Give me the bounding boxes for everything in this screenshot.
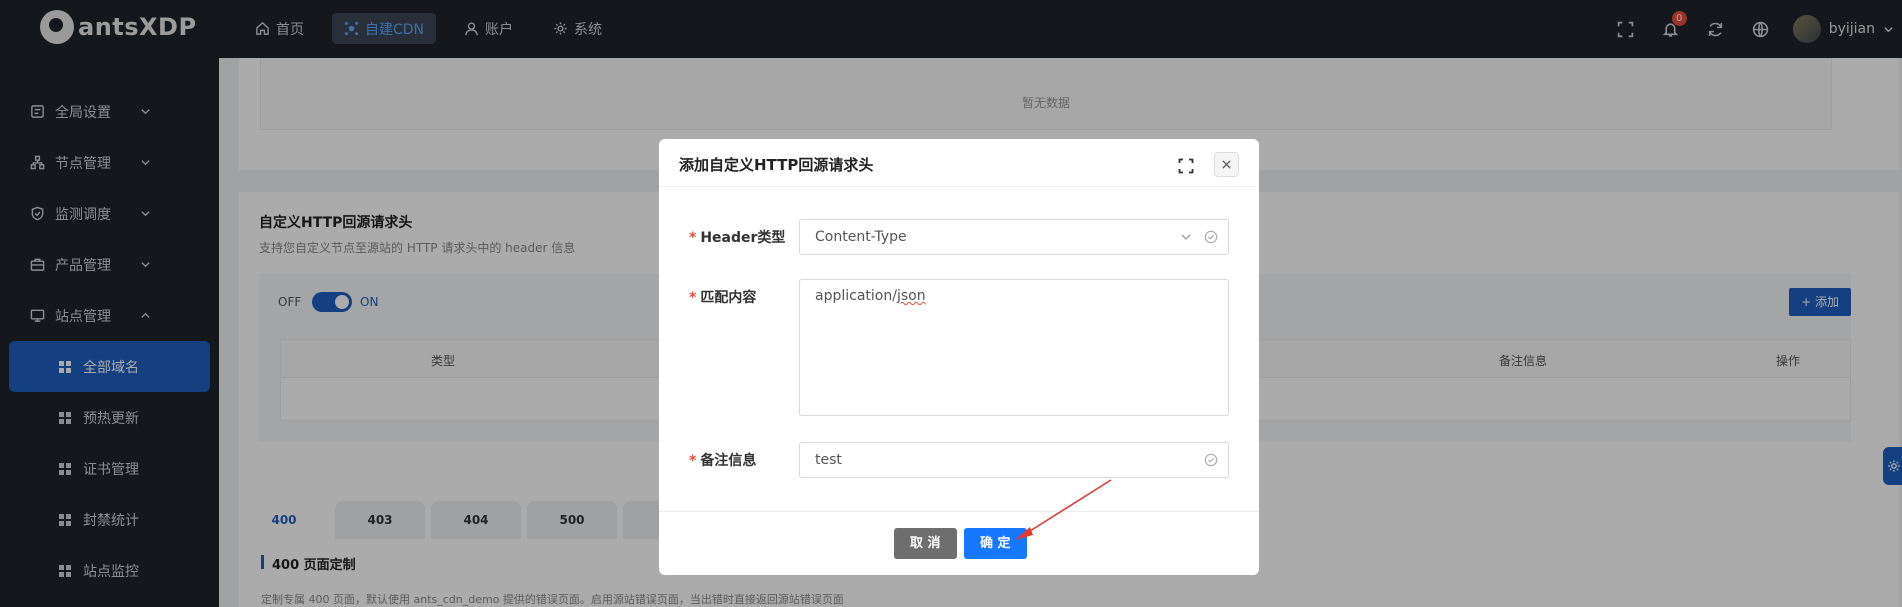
dialog-close-button[interactable] <box>1214 152 1239 177</box>
field-label-text: 匹配内容 <box>700 290 757 306</box>
required-mark: * <box>689 290 697 306</box>
remark-label: * 备注信息 <box>689 450 756 470</box>
dialog-title: 添加自定义HTTP回源请求头 <box>679 156 874 174</box>
remark-input[interactable]: test <box>799 442 1229 478</box>
required-mark: * <box>689 453 697 469</box>
header-type-value: Content-Type <box>815 229 907 245</box>
check-circle-icon <box>1204 230 1218 244</box>
match-content-value: application/json <box>815 288 926 304</box>
match-content-label: * 匹配内容 <box>689 287 756 307</box>
dialog-header: 添加自定义HTTP回源请求头 <box>659 139 1259 187</box>
check-circle-icon <box>1204 453 1218 467</box>
close-icon <box>1222 160 1231 169</box>
match-content-textarea[interactable]: application/json <box>799 279 1229 416</box>
maximize-icon[interactable] <box>1178 158 1194 174</box>
cancel-button[interactable]: 取 消 <box>894 528 957 559</box>
chevron-down-icon <box>1181 234 1191 240</box>
field-label-text: Header类型 <box>700 230 786 246</box>
required-mark: * <box>689 230 697 246</box>
header-type-label: * Header类型 <box>689 227 785 247</box>
add-header-dialog: 添加自定义HTTP回源请求头 * Header类型 Content-Type * 匹… <box>659 139 1259 575</box>
header-type-select[interactable]: Content-Type <box>799 219 1229 255</box>
confirm-button[interactable]: 确 定 <box>964 528 1027 559</box>
match-content-value-part: application/ <box>815 288 897 304</box>
field-label-text: 备注信息 <box>700 453 757 469</box>
dialog-footer: 取 消 确 定 <box>659 511 1259 575</box>
spellcheck-word: json <box>896 288 926 304</box>
remark-value: test <box>815 452 842 468</box>
